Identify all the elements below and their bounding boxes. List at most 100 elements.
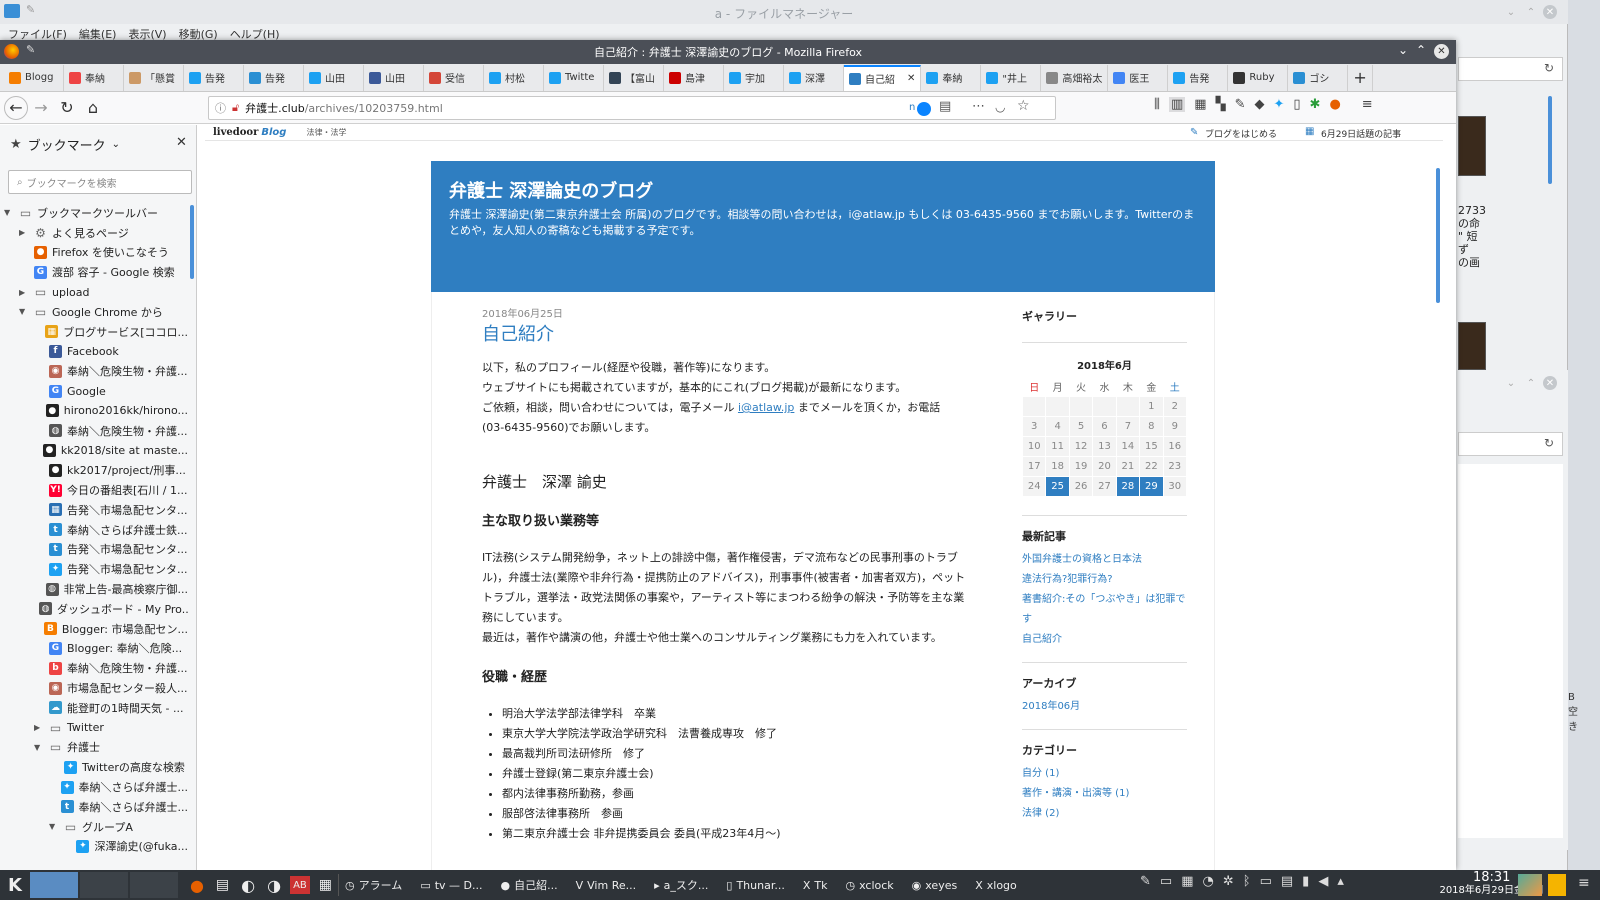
post-title[interactable]: 自己紹介	[482, 322, 972, 348]
bookmark-item[interactable]: t 奉納＼さらば弁護士...	[4, 797, 188, 817]
bookmark-star-icon[interactable]: ☆	[1017, 98, 1030, 114]
bookmark-item[interactable]: ▦ 告発＼市場急配センタ...	[4, 500, 188, 520]
bookmark-item[interactable]: ◍ 非常上告-最高検察庁御...	[4, 579, 188, 599]
input-method-icon[interactable]: ▦	[1181, 874, 1193, 889]
recent-post-link[interactable]: 著書紹介:その「つぶやき」は犯罪です	[1022, 590, 1187, 630]
app-menu-icon[interactable]: K	[0, 872, 30, 898]
toggle-switch-icon[interactable]	[917, 102, 931, 116]
lock-icon[interactable]: ▮	[1302, 874, 1309, 889]
keyboard-launcher-icon[interactable]: ▦	[313, 872, 338, 898]
category-link[interactable]: 自分 (1)	[1022, 764, 1187, 784]
bookmark-item[interactable]: ▶ ⚙ よく見るページ	[4, 223, 188, 243]
tab[interactable]: Blogg	[4, 64, 64, 91]
bookmark-item[interactable]: ◍ 奉納＼危険生物・弁護...	[4, 421, 188, 441]
topic-articles-link[interactable]: 6月29日話題の記事	[1321, 127, 1401, 140]
bookmark-item[interactable]: ✦ 深澤諭史(@fuka...	[4, 837, 188, 857]
addon-green-icon[interactable]: ✱	[1310, 97, 1321, 112]
close-icon[interactable]: ✕	[1543, 376, 1557, 390]
launcher-z-icon[interactable]: ◑	[261, 872, 287, 898]
tab[interactable]: "井上	[981, 64, 1042, 91]
bookmark-item[interactable]: G Blogger: 奉納＼危険...	[4, 639, 188, 659]
twitter-icon[interactable]: ✦	[1273, 97, 1284, 112]
taskbar-task[interactable]: Xxlogo	[969, 872, 1023, 898]
tab[interactable]: 深澤	[784, 64, 844, 91]
bookmark-item[interactable]: ● kk2017/project/刑事...	[4, 460, 188, 480]
bookmark-item[interactable]: ◉ 奉納＼危険生物・弁護...	[4, 361, 188, 381]
bookmark-item[interactable]: ● Firefox を使いこなそう	[4, 243, 188, 263]
bookmark-item[interactable]: t 奉納＼さらば弁護士鉄...	[4, 520, 188, 540]
bookmark-item[interactable]: G Google	[4, 381, 188, 401]
bookmark-item[interactable]: ● hirono2016kk/hirono...	[4, 401, 188, 421]
email-link[interactable]: i@atlaw.jp	[738, 401, 794, 414]
tab[interactable]: 奉納	[921, 64, 982, 91]
sidebar-toggle-icon[interactable]: ▥	[1168, 97, 1186, 112]
bookmark-item[interactable]: ✦ 告発＼市場急配センタ...	[4, 559, 188, 579]
network-tray-icon[interactable]: ✲	[1223, 874, 1234, 889]
bookmark-item[interactable]: ● kk2018/site at maste...	[4, 441, 188, 461]
bookmark-folder[interactable]: ▼ ▭ 弁護士	[4, 738, 188, 758]
pocket-icon[interactable]: ◡	[995, 100, 1005, 114]
recent-post-link[interactable]: 違法行為?犯罪行為?	[1022, 570, 1187, 590]
page-actions-icon[interactable]: ⋯	[972, 99, 985, 114]
bookmark-item[interactable]: ▦ ブログサービス[ココロ...	[4, 322, 188, 342]
taskbar-task[interactable]: ◷ アラーム	[339, 872, 408, 898]
expand-arrow-icon[interactable]: ▼	[4, 208, 14, 217]
menu-hamburger-icon[interactable]: ≡	[1362, 97, 1373, 112]
evernote-icon[interactable]: ◆	[1254, 97, 1264, 112]
taskbar-task[interactable]: ◷ xclock	[839, 872, 899, 898]
url-bar[interactable]: ⓘ 🔓︎ 弁護士.club/archives/10203759.html n ▤…	[208, 96, 1056, 120]
sidebar-scrollbar[interactable]	[190, 205, 194, 279]
tab[interactable]: 医王	[1108, 64, 1169, 91]
collapse-arrow-icon[interactable]: ▶	[19, 228, 29, 237]
tab[interactable]: 「懸賞	[124, 64, 184, 91]
firefox-account-icon[interactable]: ●	[1329, 97, 1340, 112]
keyboard-tray-icon[interactable]: ▭	[1160, 874, 1172, 889]
expand-tray-icon[interactable]: ▴	[1337, 874, 1344, 889]
bookmark-folder[interactable]: ▼ ▭ グループA	[4, 817, 188, 837]
archive-link[interactable]: 2018年06月	[1022, 697, 1187, 717]
category-link[interactable]: 著作・講演・出演等 (1)	[1022, 784, 1187, 804]
livedoor-blog-logo[interactable]: Blog	[261, 127, 286, 138]
bookmark-folder[interactable]: ▶ ▭ upload	[4, 282, 188, 302]
maximize-icon[interactable]: ⌃	[1524, 5, 1538, 19]
desktop-preview-icon[interactable]	[1518, 874, 1542, 896]
screenshot-icon[interactable]: ▦	[1194, 97, 1206, 112]
bookmark-folder[interactable]: ▶ ▭ Twitter	[4, 718, 188, 738]
sidebar-header[interactable]: ★ ブックマーク ⌄	[10, 135, 120, 154]
taskbar-task[interactable]: ◉ xeyes	[906, 872, 964, 898]
taskbar-task[interactable]: V Vim Re...	[570, 872, 643, 898]
tab[interactable]: Ruby	[1228, 64, 1289, 91]
collapse-arrow-icon[interactable]: ▶	[19, 288, 29, 297]
tab[interactable]: 島津	[664, 64, 724, 91]
display-icon[interactable]: ▭	[1260, 874, 1272, 889]
note-widget-icon[interactable]	[1548, 874, 1566, 896]
home-button[interactable]: ⌂	[80, 95, 106, 121]
reload-button[interactable]: ↻	[54, 95, 80, 121]
bookmark-item[interactable]: B Blogger: 市場急配セン...	[4, 619, 188, 639]
close-icon[interactable]: ✕	[1543, 5, 1557, 19]
tab[interactable]: 告発	[244, 64, 304, 91]
reload-icon[interactable]: ↻	[1544, 436, 1554, 450]
bookmark-item[interactable]: ✦ 奉納＼さらば弁護士...	[4, 777, 188, 797]
calendar-day[interactable]: 25	[1045, 476, 1070, 497]
bookmark-search-input[interactable]: ⌕ ブックマークを検索	[8, 170, 192, 194]
expand-arrow-icon[interactable]: ▼	[34, 743, 44, 752]
back-button[interactable]: ←	[4, 95, 28, 120]
recent-post-link[interactable]: 外国弁護士の資格と日本法	[1022, 550, 1187, 570]
forward-button[interactable]: →	[28, 95, 54, 121]
minimize-icon[interactable]: ⌄	[1504, 376, 1518, 390]
close-sidebar-icon[interactable]: ✕	[176, 135, 187, 150]
dictionary-launcher-icon[interactable]: AB	[290, 876, 310, 894]
text-editor-launcher-icon[interactable]: ▤	[210, 872, 235, 898]
panel-menu-icon[interactable]: ≡	[1578, 875, 1590, 891]
category-link[interactable]: 法律 (2)	[1022, 804, 1187, 824]
tab[interactable]: 山田	[304, 64, 364, 91]
bookmark-folder[interactable]: ▼ ▭ Google Chrome から	[4, 302, 188, 322]
pen-tray-icon[interactable]: ✎	[1140, 874, 1151, 889]
bookmark-item[interactable]: Y! 今日の番組表[石川 / 1...	[4, 480, 188, 500]
tab[interactable]: 告発	[184, 64, 244, 91]
recent-post-link[interactable]: 自己紹介	[1022, 630, 1187, 650]
tab[interactable]: 村松	[484, 64, 544, 91]
edit-pen-icon[interactable]: ✎	[1235, 97, 1246, 112]
tab[interactable]: 【富山	[604, 64, 664, 91]
